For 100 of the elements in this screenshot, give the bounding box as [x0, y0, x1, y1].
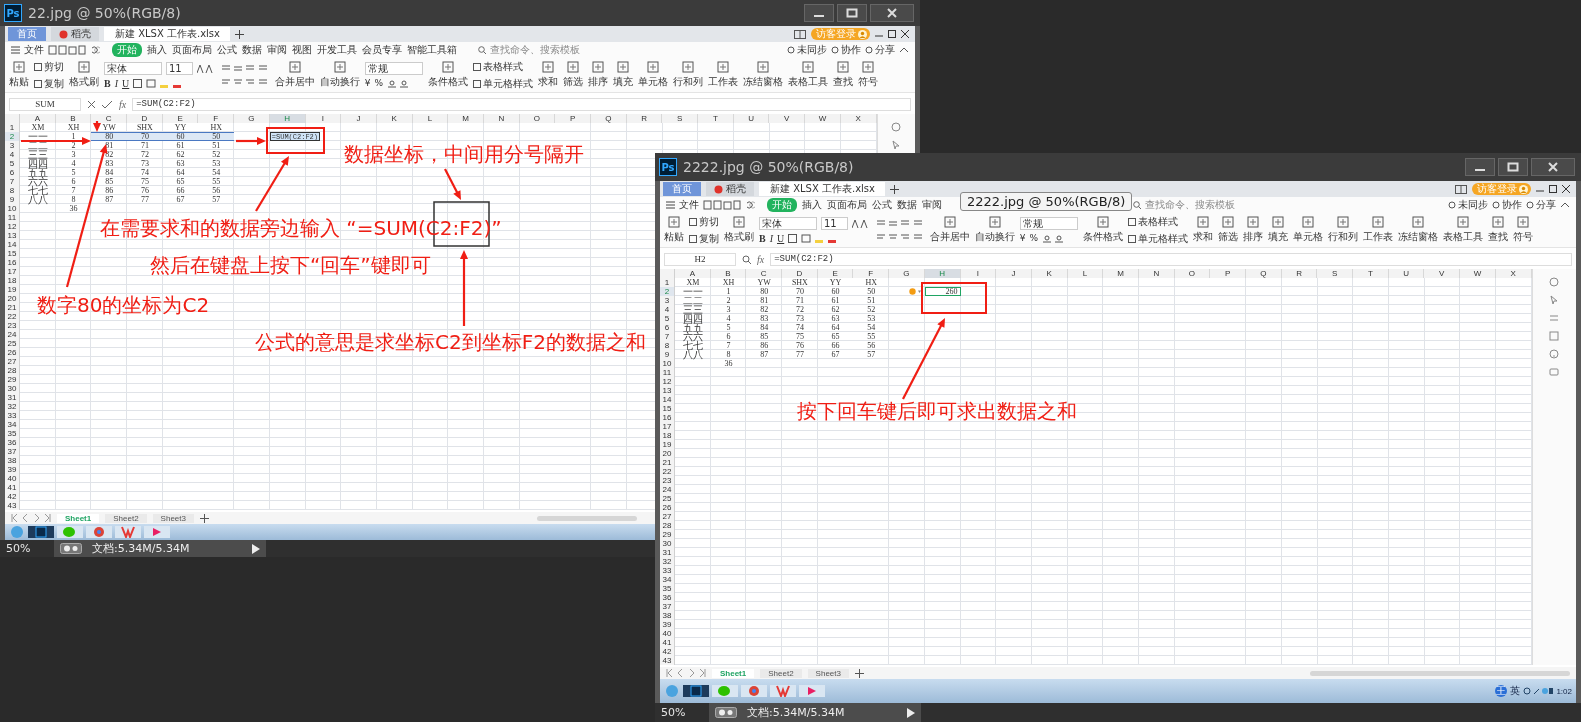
column-header[interactable]: N	[483, 114, 520, 123]
column-header[interactable]: I	[960, 269, 997, 278]
ribbon-button[interactable]: 求和	[537, 61, 558, 89]
column-header[interactable]: Q	[1246, 269, 1282, 278]
ribbon-button[interactable]: 冻结窗格	[742, 61, 783, 89]
ribbon-button[interactable]: 复制	[34, 76, 64, 91]
ribbon-button[interactable]: 行和列	[672, 61, 703, 89]
sheet-tab[interactable]: Sheet3	[807, 668, 849, 678]
column-header[interactable]: S	[1317, 269, 1354, 278]
column-header[interactable]: G	[234, 114, 270, 123]
row-header[interactable]: 43	[660, 656, 675, 665]
ribbon-button[interactable]: 自动换行	[319, 61, 360, 89]
menu-tab[interactable]: 数据	[897, 198, 917, 212]
ribbon-button[interactable]: 粘贴	[9, 61, 29, 89]
column-header[interactable]: M	[448, 114, 484, 123]
selected-cell[interactable]: 50	[198, 132, 235, 141]
column-header[interactable]: C	[91, 114, 128, 123]
column-header[interactable]: F	[853, 269, 890, 278]
sheet-tab[interactable]: Sheet3	[152, 513, 194, 523]
selected-cell[interactable]: 60	[162, 132, 199, 141]
ribbon-button[interactable]: 工作表	[707, 61, 738, 89]
selected-cell[interactable]: 80	[91, 132, 128, 141]
column-header[interactable]: Q	[591, 114, 627, 123]
ribbon-button[interactable]: 行和列	[1327, 216, 1358, 244]
menu-tab[interactable]: 智能工具箱	[407, 43, 457, 57]
font-dropdown[interactable]: 宋体	[104, 61, 162, 75]
column-header[interactable]: V	[1424, 269, 1461, 278]
column-header[interactable]: U	[1388, 269, 1425, 278]
name-box[interactable]: SUM	[9, 97, 81, 111]
file-menu[interactable]: 文件	[24, 43, 44, 57]
column-header[interactable]: D	[127, 114, 163, 123]
column-header[interactable]: W	[805, 114, 841, 123]
style-button[interactable]: B	[759, 232, 766, 244]
ribbon-button[interactable]: 查找	[832, 61, 853, 89]
menu-tab[interactable]: 审阅	[922, 198, 942, 212]
ribbon-button[interactable]: 条件格式	[1082, 216, 1123, 244]
row-header[interactable]: 1	[660, 278, 675, 287]
ribbon-button[interactable]: 合并居中	[929, 216, 970, 244]
function-button[interactable]: fx	[757, 253, 765, 265]
ribbon-button[interactable]: 表格工具	[1442, 216, 1483, 244]
toolbar-action[interactable]: 分享	[865, 43, 895, 57]
ribbon-button[interactable]: 符号	[857, 61, 878, 89]
tab[interactable]: 稻壳	[706, 182, 754, 196]
ribbon-button[interactable]: 合并居中	[274, 61, 315, 89]
ribbon-button[interactable]: 自动换行	[974, 216, 1015, 244]
ribbon-button[interactable]: 单元格样式	[1127, 231, 1188, 246]
zoom-level[interactable]: 50%	[0, 542, 54, 555]
row-header[interactable]: 43	[5, 501, 20, 510]
column-header[interactable]: D	[782, 269, 818, 278]
search-field[interactable]: 查找命令、搜索模板	[490, 43, 580, 57]
number-format-dropdown[interactable]: 常规	[1019, 217, 1078, 230]
selected-cell[interactable]: 260	[924, 287, 961, 296]
file-menu[interactable]: 文件	[679, 198, 699, 212]
number-format-button[interactable]: %	[374, 78, 384, 88]
ribbon-button[interactable]: 填充	[612, 61, 633, 89]
ribbon-button[interactable]: 查找	[1487, 216, 1508, 244]
size-dropdown[interactable]: 11	[821, 216, 848, 230]
style-button[interactable]: B	[104, 77, 111, 89]
search-field[interactable]: 查找命令、搜索模板	[1145, 198, 1235, 212]
column-header[interactable]: X	[1495, 269, 1532, 278]
selected-cell[interactable]: 70	[127, 132, 163, 141]
row-header[interactable]: 7	[660, 332, 675, 341]
column-header[interactable]: F	[198, 114, 235, 123]
column-header[interactable]: K	[1031, 269, 1068, 278]
column-header[interactable]: N	[1138, 269, 1175, 278]
ribbon-button[interactable]: 排序	[1242, 216, 1263, 244]
toolbar-action[interactable]: 分享	[1526, 198, 1556, 212]
column-header[interactable]: E	[162, 114, 199, 123]
ribbon-button[interactable]: 剪切	[689, 214, 719, 229]
column-header[interactable]: V	[769, 114, 806, 123]
column-header[interactable]: R	[1281, 269, 1318, 278]
row-header[interactable]: 1	[5, 123, 20, 132]
column-header[interactable]: I	[305, 114, 342, 123]
ribbon-button[interactable]: 单元格样式	[472, 76, 533, 91]
ribbon-button[interactable]: 冻结窗格	[1397, 216, 1438, 244]
ribbon-button[interactable]: 筛选	[1217, 216, 1238, 244]
column-header[interactable]: T	[698, 114, 734, 123]
ribbon-button[interactable]: 求和	[1192, 216, 1213, 244]
menu-tab[interactable]: 视图	[292, 43, 312, 57]
column-header[interactable]: R	[626, 114, 663, 123]
menu-tab[interactable]: 插入	[147, 43, 167, 57]
ribbon-button[interactable]: 筛选	[562, 61, 583, 89]
ribbon-button[interactable]: 填充	[1267, 216, 1288, 244]
column-header[interactable]: P	[1210, 269, 1246, 278]
column-header[interactable]: L	[1067, 269, 1104, 278]
column-header[interactable]: U	[733, 114, 770, 123]
ribbon-button[interactable]: 表格样式	[472, 59, 533, 74]
row-header[interactable]: 7	[5, 177, 20, 186]
toolbar-action[interactable]: 协作	[1492, 198, 1522, 212]
menu-tab[interactable]: 公式	[872, 198, 892, 212]
ribbon-button[interactable]: 符号	[1512, 216, 1533, 244]
name-box[interactable]: H2	[664, 252, 736, 266]
column-header[interactable]: M	[1103, 269, 1139, 278]
ribbon-button[interactable]: 条件格式	[427, 61, 468, 89]
menu-tab[interactable]: 公式	[217, 43, 237, 57]
ribbon-button[interactable]: 工作表	[1362, 216, 1393, 244]
formula-field[interactable]: =SUM(C2:F2)	[132, 97, 911, 111]
column-header[interactable]: W	[1460, 269, 1496, 278]
number-format-button[interactable]: %	[1029, 233, 1039, 243]
menu-tab[interactable]: 插入	[802, 198, 822, 212]
